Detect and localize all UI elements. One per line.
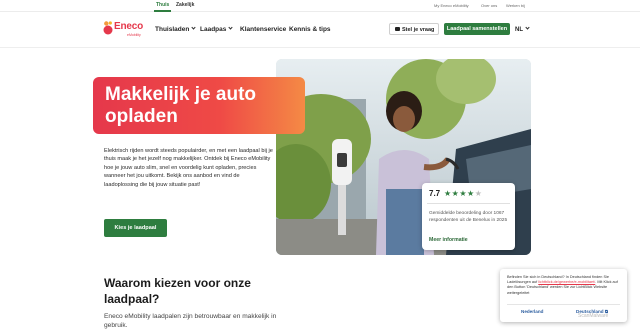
top-bar: Thuis Zakelijk My Eneco eMobility Over o… — [0, 0, 640, 12]
util-link-my-eneco[interactable]: My Eneco eMobility — [434, 3, 469, 8]
divider — [427, 203, 510, 204]
logo-sub: eMobility — [127, 33, 141, 37]
segment-thuis[interactable]: Thuis — [153, 2, 172, 12]
segment-zakelijk[interactable]: Zakelijk — [176, 2, 194, 8]
rating-description: Gemiddelde beoordeling door 1067 respond… — [429, 211, 508, 223]
star-rating-icon: ★★★★★ — [444, 189, 483, 198]
chat-icon — [395, 27, 400, 31]
language-selector[interactable]: NL — [515, 25, 530, 33]
logo-wordmark: Eneco — [114, 21, 144, 32]
rating-card: 7.7 ★★★★★ Gemiddelde beoordeling door 10… — [422, 183, 515, 250]
choose-charger-button[interactable]: Kies je laadpaal — [104, 219, 167, 237]
watermark: ScanMalware — [578, 313, 609, 319]
region-popup-text: Befinden Sie sich in Deutschland? In Deu… — [507, 275, 621, 296]
configure-charger-button[interactable]: Laadpaal samenstellen — [444, 23, 510, 35]
divider — [507, 304, 620, 305]
util-link-over-ons[interactable]: Over ons — [481, 3, 497, 8]
chevron-down-icon — [525, 25, 530, 30]
lichtblick-link[interactable]: lichtblick.de/gewerbe/e-mobilitaet/ — [538, 280, 595, 284]
why-text: Eneco eMobility laadpalen zijn betrouwba… — [104, 313, 277, 329]
hero-title: Makkelijk je auto opladen — [105, 84, 257, 127]
chevron-down-icon — [191, 25, 196, 30]
nav-thuisladen[interactable]: Thuisladen — [155, 25, 196, 33]
rating-more-info-link[interactable]: Meer informatie — [429, 237, 468, 243]
nav-kennis-tips[interactable]: Kennis & tips — [289, 26, 331, 33]
nav-laadpas[interactable]: Laadpas — [200, 25, 233, 33]
util-link-werken-bij[interactable]: Werken bij — [506, 3, 525, 8]
hero-intro: Elektrisch rijden wordt steeds populaird… — [104, 148, 273, 188]
nav-laadpas-label: Laadpas — [200, 26, 227, 33]
ask-question-button[interactable]: Stel je vraag — [389, 23, 439, 35]
rating-score: 7.7 — [429, 189, 441, 198]
logo-mark-icon — [103, 21, 113, 35]
ask-question-label: Stel je vraag — [402, 27, 435, 33]
language-label: NL — [515, 27, 523, 33]
eneco-logo[interactable]: Eneco eMobility — [103, 20, 145, 38]
nederland-button[interactable]: Nederland — [521, 309, 543, 314]
nav-thuisladen-label: Thuisladen — [155, 26, 190, 33]
nav-klantenservice[interactable]: Klantenservice — [240, 26, 286, 33]
chevron-down-icon — [228, 25, 233, 30]
why-heading: Waarom kiezen voor onze laadpaal? — [104, 276, 251, 306]
